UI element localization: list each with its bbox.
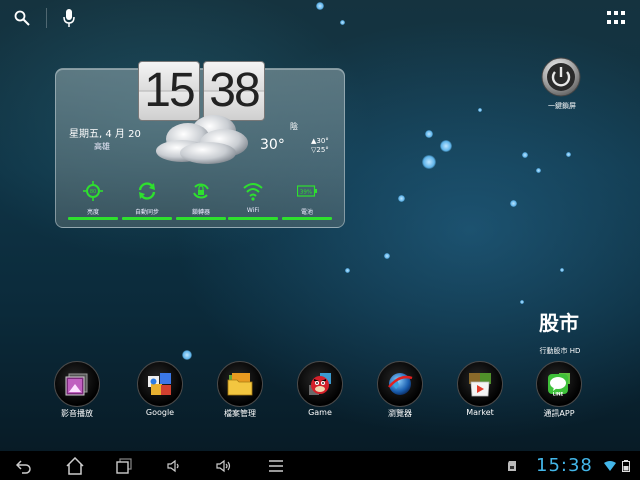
bokeh-dot	[566, 152, 571, 157]
weather-low: ▽25°	[311, 146, 329, 154]
top-bar-divider	[46, 8, 47, 28]
bokeh-dot	[560, 268, 564, 272]
battery-value: 39%	[300, 190, 312, 196]
dock-browser[interactable]: 瀏覽器	[365, 361, 435, 421]
line-badge-text: LINE	[553, 392, 564, 397]
google-folder-icon	[148, 373, 171, 395]
battery-icon: 39%	[297, 185, 317, 197]
power-icon[interactable]	[541, 57, 581, 97]
stock-icon[interactable]: 股市	[538, 310, 580, 340]
wifi-signal-icon	[604, 461, 616, 471]
browser-icon	[388, 373, 413, 395]
rotation-lock-icon	[193, 183, 209, 199]
toggle-indicator	[282, 217, 332, 220]
widget-city: 高雄	[94, 142, 110, 151]
widget-date: 星期五, 4 月 20	[69, 129, 141, 140]
brightness-value: 80	[90, 189, 96, 195]
top-bar	[0, 0, 640, 36]
toggle-label: 自動同步	[134, 209, 159, 216]
bokeh-dot	[425, 130, 433, 138]
toggle-wifi[interactable]: WiFi	[228, 181, 278, 223]
toggle-auto-sync[interactable]: 自動同步	[122, 181, 172, 223]
dock-label: 影音播放	[61, 409, 93, 418]
toggle-rotation-lock[interactable]: 鎖轉器	[176, 181, 226, 223]
bokeh-dot	[522, 152, 528, 158]
toggle-indicator	[176, 217, 226, 220]
bokeh-dot	[478, 108, 482, 112]
toggle-label: 亮度	[86, 209, 99, 216]
volume-up-icon[interactable]	[216, 458, 232, 474]
market-folder-icon	[469, 373, 491, 397]
bokeh-dot	[384, 253, 390, 259]
battery-status-icon	[622, 460, 630, 472]
toggle-battery[interactable]: 39% 電池	[282, 181, 332, 223]
weather-high: ▲30°	[311, 137, 329, 145]
clock-weather-widget[interactable]: 15 38 星期五, 4 月 20 高雄 陰 30° ▲30° ▽25° 80 …	[55, 61, 345, 228]
bokeh-dot	[422, 155, 436, 169]
recent-apps-icon[interactable]	[116, 458, 132, 474]
home-icon[interactable]	[66, 457, 84, 475]
dock-label: 通訊APP	[543, 409, 575, 418]
sync-icon	[138, 182, 156, 200]
navigation-bar: 15:38	[0, 451, 640, 480]
dock-google[interactable]: Google	[125, 361, 195, 421]
toggle-indicator	[68, 217, 118, 220]
dock-label: 檔案管理	[224, 409, 256, 418]
toggle-indicator	[228, 217, 278, 220]
sd-card-icon	[508, 461, 516, 471]
dock-game[interactable]: Game	[285, 361, 355, 421]
toggle-label: 電池	[300, 209, 313, 216]
bokeh-dot	[510, 200, 517, 207]
toggle-label: WiFi	[246, 207, 260, 214]
toggle-label: 鎖轉器	[191, 209, 210, 216]
dock-label: Google	[145, 408, 175, 417]
toggle-brightness[interactable]: 80 亮度	[68, 181, 118, 223]
bokeh-dot	[345, 268, 350, 273]
dock-line-apps[interactable]: LINE 通訊APP	[524, 361, 594, 421]
search-icon[interactable]	[14, 10, 30, 26]
dock-label: 瀏覽器	[388, 409, 412, 418]
apps-grid-icon[interactable]	[607, 11, 625, 25]
dock-media-player[interactable]: 影音播放	[42, 361, 112, 421]
bokeh-dot	[536, 168, 541, 173]
cloud-icon	[156, 115, 248, 164]
game-folder-icon	[309, 373, 331, 395]
weather-condition: 陰	[290, 122, 298, 131]
mic-icon[interactable]	[62, 8, 76, 28]
bokeh-dot	[182, 350, 192, 360]
bokeh-dot	[520, 300, 524, 304]
dock-market[interactable]: Market	[445, 361, 515, 421]
line-folder-icon: LINE	[548, 373, 570, 397]
toggle-indicator	[122, 217, 172, 220]
status-clock[interactable]: 15:38	[536, 455, 593, 476]
dock-label: Market	[466, 408, 494, 417]
wifi-icon	[243, 183, 263, 201]
bokeh-dot	[440, 140, 452, 152]
bokeh-dot	[398, 195, 405, 202]
volume-down-icon[interactable]	[167, 458, 183, 474]
lock-screen-label: 一鍵鎖屏	[548, 102, 576, 110]
stock-label: 行動股市 HD	[539, 347, 581, 355]
file-manager-icon	[227, 373, 253, 396]
media-player-icon	[65, 373, 88, 396]
weather-temperature: 30°	[260, 137, 285, 153]
brightness-icon: 80	[83, 181, 103, 201]
dock-label: Game	[308, 408, 332, 417]
menu-icon[interactable]	[268, 458, 284, 474]
back-icon[interactable]	[16, 458, 32, 474]
dock-file-manager[interactable]: 檔案管理	[205, 361, 275, 421]
